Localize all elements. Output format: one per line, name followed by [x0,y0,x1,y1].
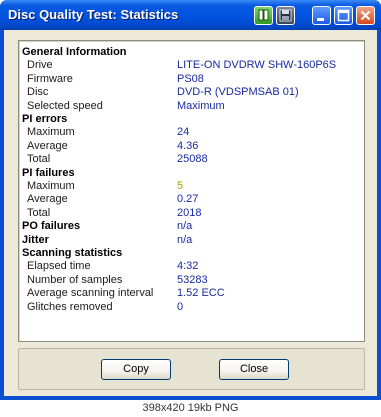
stat-value: 24 [177,126,190,139]
section-header: General Information [19,46,359,59]
stat-label: Maximum [27,126,75,139]
stat-value: 4:32 [177,260,199,273]
close-icon[interactable] [356,6,375,25]
stat-label: Average [27,139,68,152]
stat-row: Drive LITE-ON DVDRW SHW-160P6S [19,59,359,72]
window-title: Disc Quality Test: Statistics [8,7,179,22]
stat-label: Glitches removed [27,300,113,313]
stat-row: Glitches removed 0 [19,301,359,314]
button-panel: Copy Close [18,348,365,390]
image-caption: 398x420 19kb PNG [0,400,381,417]
stat-label: Drive [27,59,53,72]
stat-label: Total [27,153,51,166]
save-icon[interactable] [276,6,295,25]
stat-value: Maximum [177,99,225,112]
title-bar[interactable]: Disc Quality Test: Statistics [0,0,381,30]
stat-value: 25088 [177,153,208,166]
close-button[interactable]: Close [219,359,289,380]
stat-row: Maximum 24 [19,126,359,139]
stat-row: Total 25088 [19,153,359,166]
section-header: PO failures n/a [19,220,359,233]
stat-value: n/a [177,220,193,233]
stat-label: Average scanning interval [27,287,154,300]
section-header: Scanning statistics [19,247,359,260]
stat-label: Elapsed time [27,260,91,273]
section-label: Scanning statistics [22,247,123,259]
section-header: Jitter n/a [19,234,359,247]
copy-button[interactable]: Copy [101,359,171,380]
dialog-client-area: General Information Drive LITE-ON DVDRW SH… [4,30,377,396]
stat-label: Number of samples [27,273,123,286]
stat-value: DVD-R (VDSPMSAB 01) [177,86,299,99]
stat-value: 53283 [177,273,208,286]
stat-label: Disc [27,86,49,99]
stat-label: Firmware [27,72,73,85]
stat-value: 5 [177,180,184,192]
stat-value: n/a [177,233,193,246]
stat-value: 2018 [177,206,202,219]
stat-row: Average scanning interval 1.52 ECC [19,287,359,300]
stat-row: Maximum 5 [19,180,359,193]
stat-label: Average [27,193,68,206]
section-label: PO failures [22,220,81,233]
section-label: PI errors [22,113,68,125]
stat-label: Total [27,206,51,219]
stat-row: Average 4.36 [19,140,359,153]
section-header: PI failures [19,167,359,180]
section-label: Jitter [22,233,49,246]
maximize-icon[interactable] [334,6,353,25]
stat-value: 4.36 [177,139,199,152]
minimize-icon[interactable] [312,6,331,25]
stat-label: Selected speed [27,99,103,112]
section-header: PI errors [19,113,359,126]
stat-row: Firmware PS08 [19,73,359,86]
stat-value: LITE-ON DVDRW SHW-160P6S [177,59,337,72]
stat-value: PS08 [177,72,204,85]
stat-row: Selected speed Maximum [19,100,359,113]
section-label: PI failures [22,166,75,179]
stat-value: 0.27 [177,193,199,206]
stat-row: Disc DVD-R (VDSPMSAB 01) [19,86,359,99]
stat-row: Average 0.27 [19,193,359,206]
stat-row: Total 2018 [19,207,359,220]
tile-icon[interactable] [254,6,273,25]
statistics-panel: General Information Drive LITE-ON DVDRW SH… [18,40,365,342]
dialog-window: Disc Quality Test: Statistics General In… [0,0,381,400]
stat-row: Number of samples 53283 [19,274,359,287]
section-label: General Information [22,46,127,58]
stat-label: Maximum [27,180,75,192]
stat-value: 0 [177,300,184,313]
stat-row: Elapsed time 4:32 [19,260,359,273]
stat-value: 1.52 ECC [177,287,225,300]
